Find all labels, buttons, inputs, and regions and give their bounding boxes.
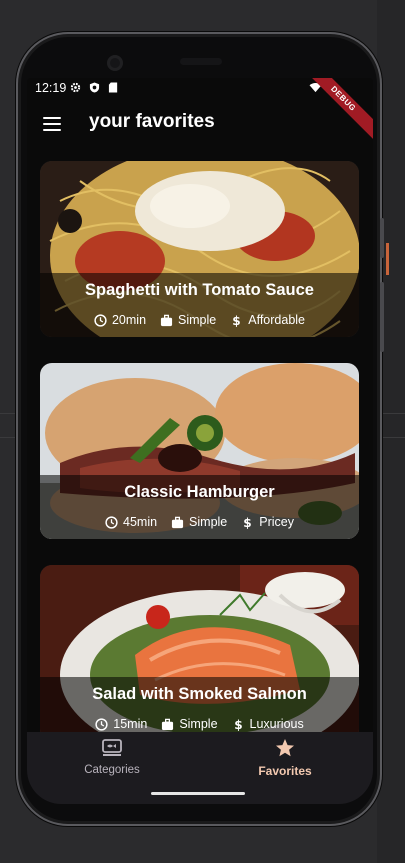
dollar-icon: $: [244, 516, 252, 529]
meal-title: Spaghetti with Tomato Sauce: [85, 281, 314, 299]
affordability-trait: $ Affordable: [230, 313, 305, 327]
clock-icon: [105, 515, 118, 529]
bottom-navigation: Categories Favorites: [27, 732, 373, 804]
settings-icon: [70, 82, 81, 93]
duration-trait: 15min: [95, 717, 147, 731]
duration-label: 45min: [123, 515, 158, 529]
meal-traits: 45min Simple $ Pricey: [40, 515, 359, 529]
nav-label-favorites: Favorites: [258, 764, 312, 778]
complexity-label: Simple: [189, 515, 228, 529]
clock-icon: [95, 717, 108, 731]
shield-icon: [89, 82, 100, 93]
nav-item-favorites[interactable]: Favorites: [225, 738, 345, 778]
affordability-label: Luxurious: [249, 717, 304, 731]
card-caption: Classic Hamburger 45min Simple $ Pricey: [40, 475, 359, 539]
volume-button: [380, 282, 384, 352]
duration-label: 20min: [111, 313, 147, 327]
nav-item-categories[interactable]: Categories: [52, 738, 172, 776]
dollar-icon: $: [233, 314, 241, 327]
app-bar: your favorites: [27, 100, 373, 150]
complexity-trait: Simple: [171, 515, 227, 529]
svg-text:$: $: [233, 314, 241, 327]
earpiece-speaker: [180, 58, 222, 65]
status-bar: 12:19 DEBUG: [27, 78, 373, 147]
nav-label-categories: Categories: [84, 764, 140, 776]
meal-title: Salad with Smoked Salmon: [92, 685, 307, 703]
card-caption: Spaghetti with Tomato Sauce 20min Simple…: [40, 273, 359, 337]
affordability-trait: $ Luxurious: [232, 717, 304, 731]
complexity-trait: Simple: [160, 313, 216, 327]
power-button: [380, 218, 384, 258]
svg-text:$: $: [244, 516, 252, 529]
complexity-label: Simple: [178, 313, 217, 327]
complexity-label: Simple: [179, 717, 218, 731]
briefcase-icon: [162, 718, 174, 730]
clock-icon: [94, 313, 107, 327]
meal-traits: 20min Simple $ Affordable: [40, 313, 359, 327]
menu-icon[interactable]: [43, 117, 61, 131]
affordability-label: Affordable: [248, 313, 306, 327]
meal-card[interactable]: Spaghetti with Tomato Sauce 20min Simple…: [40, 161, 359, 337]
complexity-trait: Simple: [161, 717, 218, 731]
star-icon: [276, 739, 294, 757]
ide-marker: [386, 243, 389, 275]
meal-card[interactable]: Classic Hamburger 45min Simple $ Pricey: [40, 363, 359, 539]
duration-label: 15min: [113, 717, 148, 731]
svg-text:$: $: [234, 718, 242, 731]
meal-title: Classic Hamburger: [124, 483, 275, 501]
page-title: your favorites: [89, 111, 215, 132]
app-screen: 12:19 DEBUG your favorites Spaghetti wit…: [27, 78, 373, 804]
dollar-icon: $: [234, 718, 242, 731]
affordability-trait: $ Pricey: [241, 515, 294, 529]
gesture-home-indicator[interactable]: [151, 792, 245, 795]
meal-traits: 15min Simple $ Luxurious: [40, 717, 359, 731]
briefcase-icon: [160, 314, 173, 326]
meal-card[interactable]: Salad with Smoked Salmon 15min Simple $ …: [40, 565, 359, 741]
set-meal-icon: [102, 739, 122, 756]
affordability-label: Pricey: [259, 515, 294, 529]
front-camera: [107, 55, 123, 71]
duration-trait: 20min: [94, 313, 146, 327]
status-time: 12:19: [35, 81, 67, 95]
duration-trait: 45min: [105, 515, 157, 529]
briefcase-icon: [171, 516, 184, 528]
sd-card-icon: [108, 82, 118, 93]
